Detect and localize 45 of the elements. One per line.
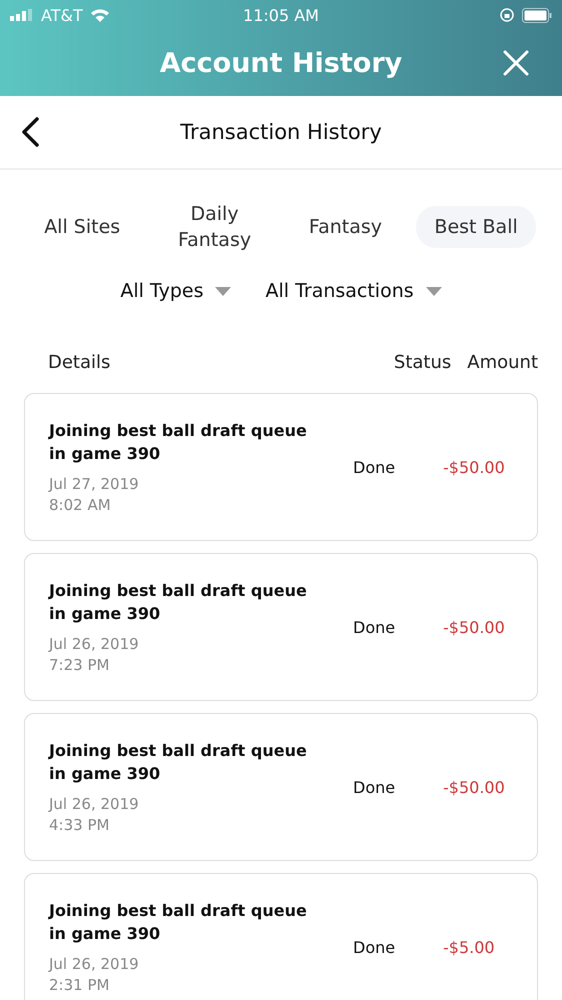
site-tab[interactable]: Fantasy	[290, 206, 400, 248]
transaction-description: Joining best ball draft queue in game 390	[49, 580, 308, 624]
transaction-time: 2:31 PM	[49, 974, 110, 996]
transaction-amount: -$50.00	[443, 458, 505, 476]
site-tab[interactable]: All Sites	[26, 206, 138, 248]
transaction-description: Joining best ball draft queue in game 390	[49, 740, 308, 784]
header-title: Account History	[160, 48, 402, 78]
transaction-description: Joining best ball draft queue in game 390	[49, 900, 308, 944]
transaction-time: 8:02 AM	[49, 494, 112, 516]
transaction-card[interactable]: Joining best ball draft queue in game 390 Jul 26, 2019 7:23 PM Done -$50.00	[24, 553, 538, 701]
transaction-time: 4:33 PM	[49, 814, 110, 836]
close-icon[interactable]	[503, 50, 529, 76]
column-header: Amount	[467, 352, 538, 373]
column-header: Details	[48, 352, 112, 373]
transaction-amount: -$50.00	[443, 618, 505, 636]
rotation-lock-icon	[499, 7, 515, 23]
signal-icon	[10, 9, 34, 21]
battery-icon	[522, 8, 552, 22]
filter-dropdown[interactable]: All Types	[120, 280, 232, 302]
site-tab[interactable]: Best Ball	[416, 206, 536, 248]
transaction-card[interactable]: Joining best ball draft queue in game 390 Jul 26, 2019 4:33 PM Done -$50.00	[24, 713, 538, 861]
transaction-description: Joining best ball draft queue in game 390	[49, 420, 308, 464]
column-header: Status	[394, 352, 452, 373]
caret-icon	[215, 286, 232, 296]
site-tab[interactable]: Daily Fantasy	[154, 193, 275, 261]
back-icon[interactable]	[20, 116, 40, 148]
transaction-status: Done	[353, 618, 396, 636]
clock-time: 11:05 AM	[243, 6, 319, 24]
transaction-time: 7:23 PM	[49, 654, 110, 676]
caret-icon	[426, 286, 442, 296]
page-title: Transaction History	[180, 120, 382, 144]
carrier-text: AT&T	[41, 6, 83, 24]
transaction-status: Done	[353, 778, 396, 796]
transaction-amount: -$50.00	[443, 778, 505, 796]
transaction-date: Jul 26, 2019	[49, 634, 140, 654]
transaction-date: Jul 26, 2019	[49, 954, 140, 974]
transaction-date: Jul 26, 2019	[49, 794, 140, 814]
transaction-status: Done	[353, 938, 396, 956]
filter-dropdown[interactable]: All Transactions	[265, 280, 442, 302]
transaction-amount: -$5.00	[443, 938, 495, 956]
transaction-card[interactable]: Joining best ball draft queue in game 390 Jul 26, 2019 2:31 PM Done -$5.00	[24, 873, 538, 1000]
transaction-card[interactable]: Joining best ball draft queue in game 390 Jul 27, 2019 8:02 AM Done -$50.00	[24, 393, 538, 541]
transaction-date: Jul 27, 2019	[49, 474, 140, 494]
wifi-icon	[90, 8, 110, 22]
transaction-status: Done	[353, 458, 396, 476]
